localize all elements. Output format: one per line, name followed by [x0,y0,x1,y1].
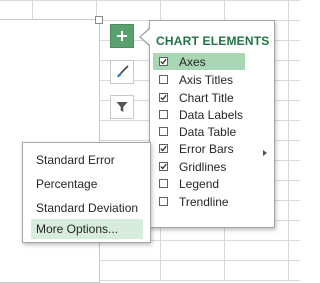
data-labels-checkbox[interactable] [159,110,168,119]
chart-elements-panel: CHART ELEMENTS Axes Axis Titles Chart Titl… [149,20,275,228]
data-labels-label: Data Labels [179,107,244,122]
legend-label: Legend [179,176,220,191]
gridlines-label: Gridlines [179,159,227,174]
panel-title: CHART ELEMENTS [156,34,270,48]
axis-titles-label: Axis Titles [179,72,234,87]
axes-checkbox[interactable] [159,57,168,66]
trendline-label: Trendline [179,194,229,209]
trendline-checkbox[interactable] [159,197,168,206]
filter-icon [116,102,128,112]
plus-icon [117,31,127,41]
chart-element-error-bars[interactable]: Error Bars [153,140,245,157]
chart-elements-button[interactable] [110,24,134,48]
chart-filters-button[interactable] [110,95,134,119]
error-bars-submenu-arrow-icon[interactable] [263,150,267,156]
flyout-item-percentage[interactable]: Percentage [31,174,143,194]
chart-resize-handle[interactable] [95,16,103,24]
data-table-checkbox[interactable] [159,127,168,136]
chart-element-gridlines[interactable]: Gridlines [153,158,245,175]
error-bars-flyout-menu: Standard Error Percentage Standard Deviati… [22,142,151,243]
chart-title-checkbox[interactable] [159,93,168,102]
panel-pointer-inner [141,28,151,46]
error-bars-checkbox[interactable] [159,144,168,153]
checkmark-icon [160,58,167,65]
error-bars-label: Error Bars [179,141,234,156]
axes-label: Axes [179,54,206,69]
chart-element-data-table[interactable]: Data Table [153,123,245,140]
flyout-item-more-options[interactable]: More Options... [31,219,143,239]
flyout-item-standard-deviation[interactable]: Standard Deviation [31,198,143,218]
chart-element-chart-title[interactable]: Chart Title [153,89,245,106]
chart-styles-button[interactable] [110,60,134,84]
flyout-item-standard-error[interactable]: Standard Error [31,150,143,170]
chart-element-axis-titles[interactable]: Axis Titles [153,71,245,88]
paintbrush-icon [117,65,129,78]
data-table-label: Data Table [179,124,237,139]
chart-element-trendline[interactable]: Trendline [153,193,245,210]
checkmark-icon [160,94,167,101]
checkmark-icon [160,145,167,152]
checkmark-icon [160,163,167,170]
chart-element-data-labels[interactable]: Data Labels [153,106,245,123]
chart-element-legend[interactable]: Legend [153,175,245,192]
chart-element-axes[interactable]: Axes [153,53,245,70]
legend-checkbox[interactable] [159,179,168,188]
axis-titles-checkbox[interactable] [159,75,168,84]
gridlines-checkbox[interactable] [159,162,168,171]
chart-title-label: Chart Title [179,90,234,105]
